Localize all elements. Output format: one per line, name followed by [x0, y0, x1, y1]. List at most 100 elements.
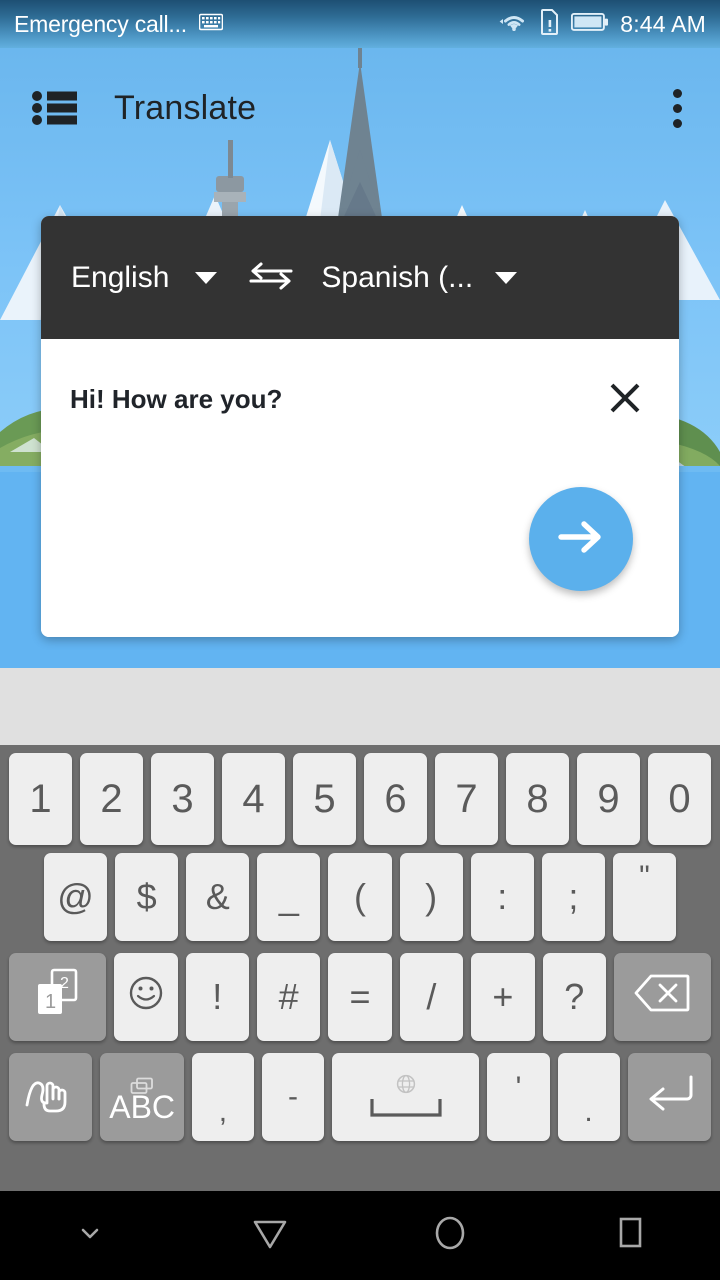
key-apostrophe[interactable]: ' — [487, 1053, 550, 1141]
key-label: @ — [57, 876, 94, 917]
keyboard-row-symbols-1: @ $ & _ ( ) : ; " — [0, 853, 720, 953]
home-circle-icon — [430, 1211, 470, 1260]
key-at[interactable]: @ — [44, 853, 108, 941]
battery-full-icon — [571, 11, 609, 38]
key-label: - — [287, 1080, 298, 1113]
key-6[interactable]: 6 — [364, 753, 427, 845]
symbol-page-toggle-icon: 2 1 — [30, 966, 86, 1029]
swap-horiz-icon — [247, 260, 295, 295]
key-slash[interactable]: / — [399, 953, 464, 1041]
key-paren-close[interactable]: ) — [399, 853, 463, 941]
caret-down-icon — [195, 271, 218, 284]
key-label: ! — [212, 976, 223, 1017]
wifi-icon — [499, 10, 529, 39]
key-abc[interactable]: ABC — [100, 1053, 184, 1141]
key-label: 8 — [526, 776, 549, 821]
status-bar: Emergency call... 8:44 AM — [0, 0, 720, 48]
back-triangle-icon — [249, 1214, 291, 1257]
key-label: 6 — [384, 776, 407, 821]
overflow-dot — [672, 88, 682, 98]
translate-submit-button[interactable] — [529, 487, 633, 591]
swap-languages-button[interactable] — [247, 260, 295, 295]
key-semicolon[interactable]: ; — [541, 853, 605, 941]
key-dollar[interactable]: $ — [115, 853, 179, 941]
key-label: 1 — [29, 776, 52, 821]
key-3[interactable]: 3 — [151, 753, 214, 845]
more-vert-icon[interactable] — [650, 81, 704, 135]
language-selector-bar: English Spanish (... — [41, 216, 679, 339]
key-emoji[interactable] — [114, 953, 178, 1041]
key-label: + — [492, 976, 514, 1017]
key-label: 7 — [455, 776, 478, 821]
nav-recents[interactable] — [540, 1212, 720, 1259]
caret-down-icon — [495, 271, 518, 284]
key-7[interactable]: 7 — [435, 753, 498, 845]
key-label: , — [218, 1095, 228, 1128]
overflow-dot — [672, 103, 682, 113]
key-backspace[interactable] — [613, 953, 712, 1041]
clear-text-button[interactable] — [599, 374, 651, 426]
overflow-dot — [672, 118, 682, 128]
key-exclamation[interactable]: ! — [185, 953, 249, 1041]
key-ampersand[interactable]: & — [186, 853, 250, 941]
key-label: 4 — [242, 776, 265, 821]
list-menu-icon[interactable] — [16, 90, 94, 126]
source-language-selector[interactable]: English — [71, 261, 218, 295]
source-text-input[interactable]: Hi! How are you? — [70, 384, 282, 415]
nav-back[interactable] — [180, 1214, 360, 1257]
key-label: # — [278, 976, 299, 1017]
key-label: 5 — [313, 776, 336, 821]
keyboard-row-symbols-2: 2 1 ! # = / + ? — [0, 953, 720, 1053]
key-0[interactable]: 0 — [648, 753, 711, 845]
key-label: 9 — [597, 776, 620, 821]
sim-card-alert-icon — [540, 8, 560, 40]
close-x-icon — [608, 381, 642, 420]
system-navigation-bar — [0, 1191, 720, 1280]
key-quote[interactable]: " — [612, 853, 676, 941]
key-label: " — [639, 860, 650, 893]
key-period[interactable]: . — [557, 1053, 620, 1141]
key-question[interactable]: ? — [542, 953, 606, 1041]
key-hyphen[interactable]: - — [261, 1053, 324, 1141]
key-label: _ — [278, 876, 299, 917]
target-language-selector[interactable]: Spanish (... — [315, 261, 649, 295]
smiley-icon — [124, 971, 168, 1024]
text-input-area[interactable]: Hi! How are you? — [41, 339, 679, 637]
key-2[interactable]: 2 — [80, 753, 143, 845]
page-title: Translate — [114, 88, 257, 127]
key-hash[interactable]: # — [256, 953, 321, 1041]
key-space[interactable] — [332, 1053, 480, 1141]
key-equals[interactable]: = — [328, 953, 392, 1041]
key-label: & — [205, 876, 230, 917]
key-comma[interactable]: , — [191, 1053, 254, 1141]
status-time: 8:44 AM — [620, 10, 706, 37]
keyboard-icon — [198, 13, 224, 36]
key-handwriting[interactable] — [9, 1053, 93, 1141]
nav-home[interactable] — [360, 1211, 540, 1260]
svg-text:1: 1 — [45, 991, 56, 1013]
key-9[interactable]: 9 — [577, 753, 640, 845]
key-label: = — [349, 976, 371, 1017]
nav-hide-keyboard[interactable] — [0, 1224, 180, 1247]
handwriting-icon — [23, 1069, 79, 1126]
key-plus[interactable]: + — [471, 953, 535, 1041]
key-label: 2 — [100, 776, 123, 821]
phone-screen: Emergency call... 8:44 AM Translate Engl… — [0, 0, 720, 1280]
key-label: ; — [568, 876, 579, 917]
key-label: ) — [425, 876, 438, 917]
key-underscore[interactable]: _ — [257, 853, 321, 941]
key-4[interactable]: 4 — [222, 753, 285, 845]
key-colon[interactable]: : — [470, 853, 534, 941]
recents-square-icon — [612, 1212, 648, 1259]
globe-icon — [395, 1062, 417, 1104]
key-8[interactable]: 8 — [506, 753, 569, 845]
key-label: 0 — [668, 776, 691, 821]
key-symbol-page-toggle[interactable]: 2 1 — [9, 953, 107, 1041]
key-5[interactable]: 5 — [293, 753, 356, 845]
key-label: $ — [136, 876, 157, 917]
key-1[interactable]: 1 — [9, 753, 72, 845]
keyboard-row-bottom: ABC , - ' . — [0, 1053, 720, 1153]
key-enter[interactable] — [627, 1053, 712, 1141]
key-paren-open[interactable]: ( — [328, 853, 392, 941]
key-label: : — [497, 876, 508, 917]
